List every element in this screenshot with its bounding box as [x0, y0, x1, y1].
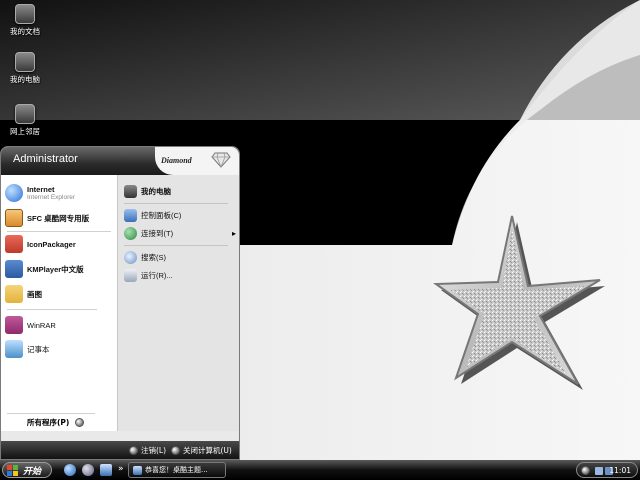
program-label: IconPackager — [27, 239, 76, 249]
task-button[interactable]: 恭喜您！桌酷主题... — [128, 462, 226, 478]
desktop-icon-label: 我的电脑 — [10, 75, 40, 84]
place-label: 我的电脑 — [141, 186, 171, 196]
start-button[interactable]: 开始 — [2, 462, 52, 478]
control-panel-icon — [124, 208, 137, 222]
desktop-icon-my-computer[interactable]: 我的电脑 — [0, 52, 50, 85]
task-label: 恭喜您！桌酷主题... — [145, 466, 208, 474]
internet-explorer-icon — [5, 184, 23, 202]
place-label: 连接到(T) — [141, 228, 174, 238]
divider — [7, 231, 111, 232]
program-label: SFC 桌酷网专用版 — [27, 213, 90, 223]
desktop-icon-network-places[interactable]: 网上邻居 — [0, 104, 50, 137]
all-programs-arrow-icon — [75, 418, 85, 427]
my-computer-icon — [15, 52, 35, 72]
kmplayer-icon — [5, 260, 23, 278]
start-label: 开始 — [23, 466, 42, 477]
connect-to-icon — [124, 226, 137, 240]
submenu-arrow-icon: ▸ — [231, 228, 236, 238]
program-label: KMPlayer中文版 — [27, 264, 84, 274]
search-icon — [124, 250, 137, 264]
volume-icon[interactable] — [595, 467, 603, 475]
divider — [7, 413, 95, 414]
shutdown-label: 关闭计算机(U) — [183, 446, 232, 455]
program-sfc[interactable]: SFC 桌酷网专用版 — [5, 208, 89, 228]
place-label: 搜索(S) — [141, 252, 166, 262]
logoff-icon — [129, 446, 138, 455]
divider — [124, 203, 228, 204]
program-label: WinRAR — [27, 320, 56, 330]
all-programs-label: 所有程序(P) — [27, 418, 70, 427]
clock[interactable]: 11:01 — [609, 466, 631, 475]
start-menu: Administrator Diamond Internet Internet E… — [0, 146, 240, 460]
user-name: Administrator — [13, 153, 78, 165]
program-winrar[interactable]: WinRAR — [5, 315, 56, 335]
ie-quick-icon[interactable] — [64, 464, 76, 476]
system-tray: 11:01 — [576, 462, 638, 478]
start-menu-header: Administrator Diamond — [1, 147, 239, 175]
task-window-icon — [133, 465, 142, 475]
quick-launch-overflow-icon[interactable]: » — [118, 464, 124, 474]
run-icon — [124, 268, 137, 282]
taskbar: 开始 » 恭喜您！桌酷主题... 11:01 — [0, 460, 640, 480]
place-my-computer[interactable]: 我的电脑 — [124, 183, 171, 199]
brand-badge: Diamond — [155, 147, 239, 175]
place-label: 控制面板(C) — [141, 210, 182, 220]
desktop-icon-label: 网上邻居 — [10, 127, 40, 136]
all-programs-button[interactable]: 所有程序(P) — [27, 417, 85, 428]
desktop-quick-icon[interactable] — [100, 464, 112, 476]
my-computer-icon — [124, 184, 137, 198]
shutdown-button[interactable]: 关闭计算机(U) — [171, 445, 232, 456]
start-menu-places: 我的电脑 控制面板(C) 连接到(T) ▸ 搜索(S) 运行(R)... — [117, 175, 239, 431]
desktop-icon-my-documents[interactable]: 我的文档 — [0, 4, 50, 37]
desktop: 我的文档 我的电脑 网上邻居 Administrator Diamond Int… — [0, 0, 640, 480]
divider — [7, 309, 97, 310]
place-label: 运行(R)... — [141, 270, 173, 280]
place-search[interactable]: 搜索(S) — [124, 249, 166, 265]
program-paint[interactable]: 画图 — [5, 284, 42, 304]
divider — [124, 245, 228, 246]
shutdown-icon — [171, 446, 180, 455]
place-connect-to[interactable]: 连接到(T) ▸ — [124, 225, 236, 241]
program-label: 记事本 — [27, 344, 50, 354]
place-control-panel[interactable]: 控制面板(C) — [124, 207, 181, 223]
program-kmplayer[interactable]: KMPlayer中文版 — [5, 259, 84, 279]
tray-icon[interactable] — [581, 466, 590, 475]
paint-icon — [5, 285, 23, 303]
network-places-icon — [15, 104, 35, 124]
logoff-button[interactable]: 注销(L) — [129, 445, 166, 456]
winrar-icon — [5, 316, 23, 334]
iconpackager-icon — [5, 235, 23, 253]
brand-label: Diamond — [161, 156, 192, 165]
sfc-icon — [5, 209, 23, 227]
program-label: 画图 — [27, 289, 42, 299]
start-menu-footer: 注销(L) 关闭计算机(U) — [1, 441, 239, 459]
my-documents-icon — [15, 4, 35, 24]
media-quick-icon[interactable] — [82, 464, 94, 476]
program-label: Internet Internet Explorer — [27, 185, 76, 201]
program-notepad[interactable]: 记事本 — [5, 339, 50, 359]
diamond-icon — [211, 152, 231, 168]
program-internet[interactable]: Internet Internet Explorer — [5, 183, 75, 203]
notepad-icon — [5, 340, 23, 358]
program-sublabel: Internet Explorer — [27, 194, 76, 201]
desktop-icon-label: 我的文档 — [10, 27, 40, 36]
program-iconpackager[interactable]: IconPackager — [5, 234, 76, 254]
place-run[interactable]: 运行(R)... — [124, 267, 173, 283]
windows-logo-icon — [7, 464, 18, 476]
start-menu-programs: Internet Internet Explorer SFC 桌酷网专用版 Ico… — [1, 175, 117, 431]
logoff-label: 注销(L) — [141, 446, 167, 455]
